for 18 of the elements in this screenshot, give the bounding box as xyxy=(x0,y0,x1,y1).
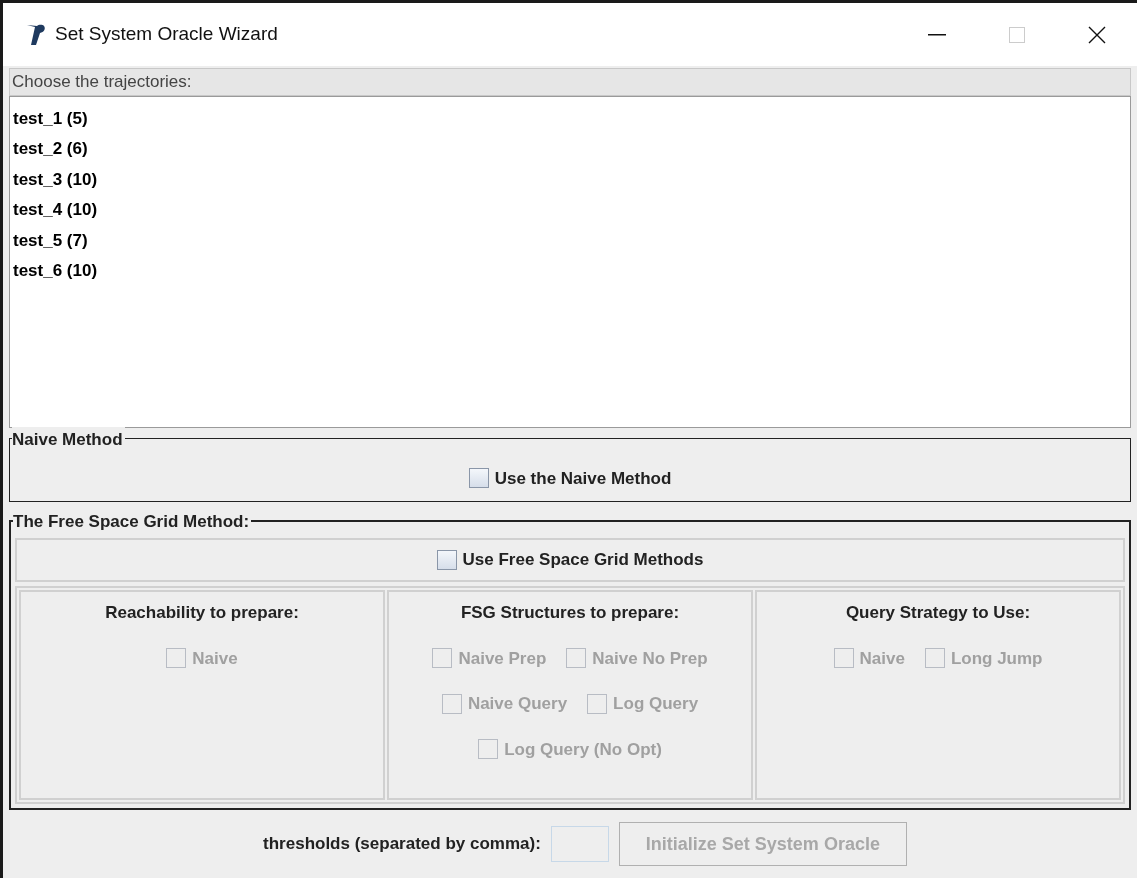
window-title: Set System Oracle Wizard xyxy=(55,22,278,47)
close-icon xyxy=(1088,25,1106,44)
minimize-icon xyxy=(928,33,946,36)
list-label: Choose the trajectories: xyxy=(9,68,1131,96)
list-item[interactable]: test_1 (5) xyxy=(13,103,1127,134)
list-item[interactable]: test_4 (10) xyxy=(13,194,1127,225)
thresholds-label: thresholds (separated by comma): xyxy=(263,833,541,856)
list-item[interactable]: test_6 (10) xyxy=(13,255,1127,286)
column-heading: Query Strategy to Use: xyxy=(845,602,1031,624)
maximize-icon xyxy=(1009,26,1025,43)
column-heading: Reachability to prepare: xyxy=(105,602,299,624)
list-item[interactable]: test_3 (10) xyxy=(13,164,1127,195)
checkbox[interactable]: Use Free Space Grid Methods xyxy=(436,547,704,573)
list-item[interactable]: test_2 (6) xyxy=(13,133,1127,164)
column-heading: FSG Structures to prepare: xyxy=(460,602,680,624)
thresholds-field[interactable] xyxy=(550,826,609,862)
list-item[interactable]: test_5 (7) xyxy=(13,225,1127,256)
checkbox[interactable]: Use the Naive Method xyxy=(468,465,672,491)
